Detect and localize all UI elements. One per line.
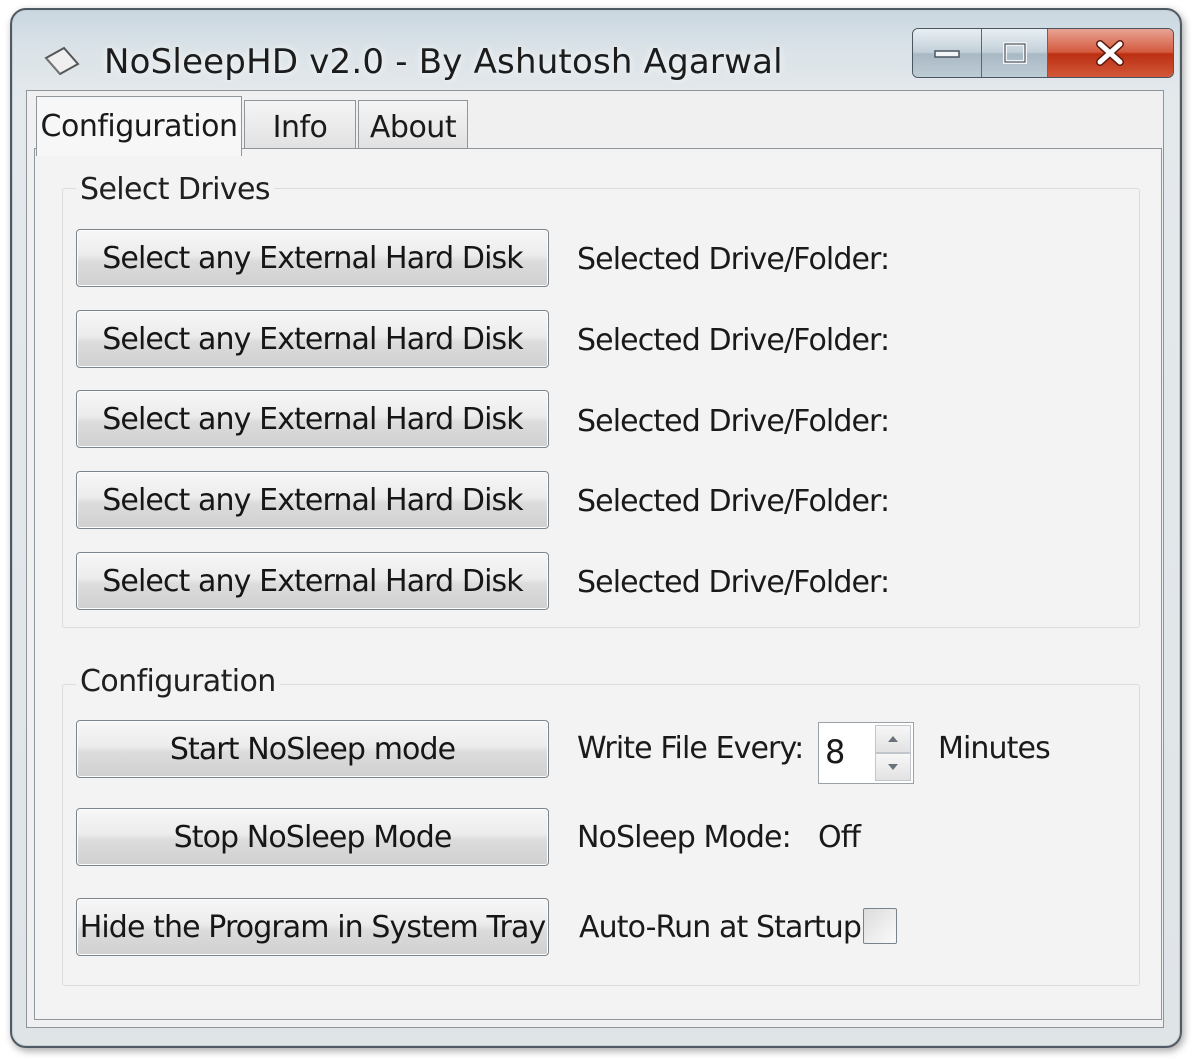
stepper-down-button[interactable] xyxy=(875,753,911,781)
autorun-label: Auto-Run at Startup xyxy=(579,910,862,945)
close-button[interactable] xyxy=(1047,29,1173,77)
selected-drive-label-4: Selected Drive/Folder: xyxy=(577,484,890,519)
app-icon xyxy=(44,46,80,76)
selected-drive-label-2: Selected Drive/Folder: xyxy=(577,323,890,358)
write-file-unit-label: Minutes xyxy=(938,731,1051,766)
nosleep-mode-status: Off xyxy=(818,820,861,855)
selected-drive-label-1: Selected Drive/Folder: xyxy=(577,242,890,277)
maximize-button[interactable] xyxy=(982,29,1048,77)
tab-configuration[interactable]: Configuration xyxy=(36,96,242,156)
tab-info[interactable]: Info xyxy=(244,100,356,154)
selected-drive-label-5: Selected Drive/Folder: xyxy=(577,565,890,600)
stepper-arrows xyxy=(875,725,911,781)
select-drive-button-2[interactable]: Select any External Hard Disk xyxy=(76,310,549,368)
select-drive-button-3[interactable]: Select any External Hard Disk xyxy=(76,390,549,448)
stop-nosleep-button[interactable]: Stop NoSleep Mode xyxy=(76,808,549,866)
select-drives-group-label: Select Drives xyxy=(76,172,274,207)
caption-buttons xyxy=(912,28,1174,78)
configuration-group-label: Configuration xyxy=(76,664,280,699)
select-drive-button-4[interactable]: Select any External Hard Disk xyxy=(76,471,549,529)
window-title: NoSleepHD v2.0 - By Ashutosh Agarwal xyxy=(104,42,783,82)
chevron-down-icon xyxy=(888,764,898,770)
start-nosleep-button[interactable]: Start NoSleep mode xyxy=(76,720,549,778)
write-file-interval-value[interactable]: 8 xyxy=(825,733,845,771)
selected-drive-label-3: Selected Drive/Folder: xyxy=(577,404,890,439)
close-icon xyxy=(1096,40,1125,66)
hide-in-tray-button[interactable]: Hide the Program in System Tray xyxy=(76,898,549,956)
stepper-up-button[interactable] xyxy=(875,725,911,753)
nosleep-mode-label: NoSleep Mode: xyxy=(577,820,792,855)
minimize-button[interactable] xyxy=(913,29,983,77)
chevron-up-icon xyxy=(888,736,898,742)
maximize-icon xyxy=(1002,42,1027,64)
autorun-checkbox[interactable] xyxy=(863,908,897,944)
minimize-icon xyxy=(934,50,960,58)
write-file-label: Write File Every: xyxy=(577,731,804,766)
write-file-interval-stepper[interactable]: 8 xyxy=(818,722,914,784)
tab-about[interactable]: About xyxy=(358,100,468,154)
select-drive-button-1[interactable]: Select any External Hard Disk xyxy=(76,229,549,287)
select-drive-button-5[interactable]: Select any External Hard Disk xyxy=(76,552,549,610)
